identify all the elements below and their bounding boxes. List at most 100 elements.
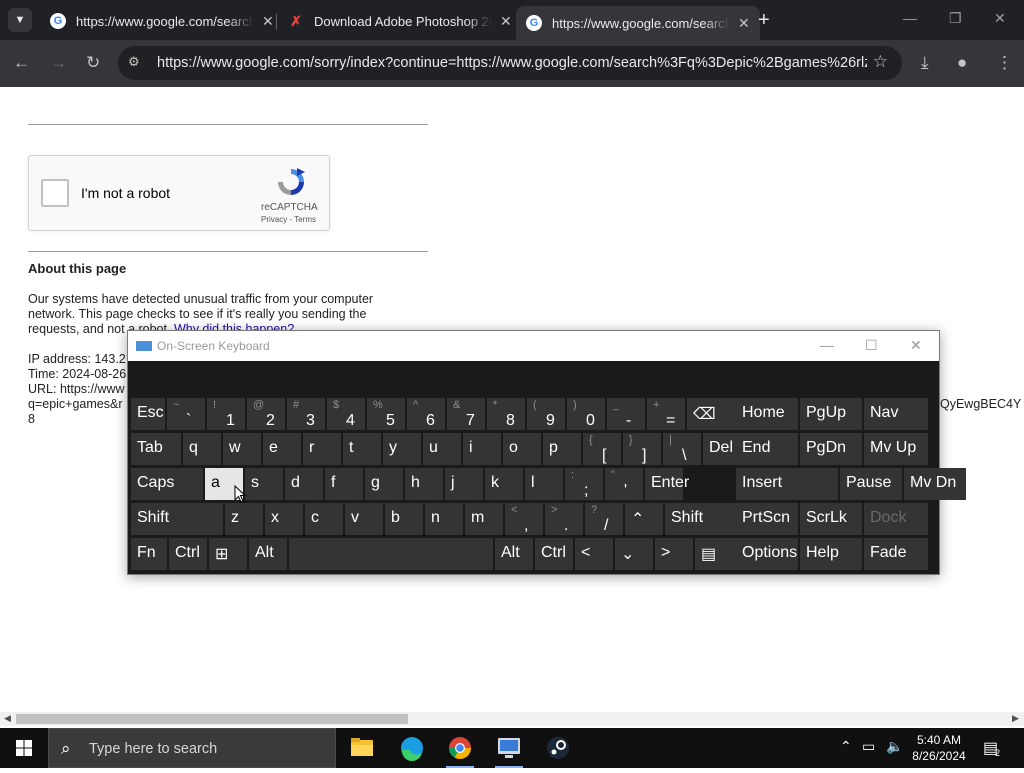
bookmark-star-icon[interactable]: ☆ bbox=[873, 52, 888, 72]
privacy-link[interactable]: Privacy bbox=[261, 215, 287, 224]
key-ralt[interactable]: Alt bbox=[495, 538, 533, 570]
key-x[interactable]: x bbox=[265, 503, 303, 535]
key-caps[interactable]: Caps bbox=[131, 468, 203, 500]
recaptcha-checkbox[interactable] bbox=[41, 179, 69, 207]
key-w[interactable]: w bbox=[223, 433, 261, 465]
tab-2[interactable]: ✗ Download Adobe Photoshop 2024 ✕ bbox=[278, 6, 522, 36]
scroll-left-icon[interactable]: ◀ bbox=[4, 713, 11, 724]
taskbar-steam[interactable] bbox=[534, 728, 582, 768]
key-left[interactable]: < bbox=[575, 538, 613, 570]
download-icon[interactable]: ⤓ bbox=[921, 52, 929, 74]
key-f[interactable]: f bbox=[325, 468, 363, 500]
key-up[interactable]: ⌃ bbox=[625, 503, 663, 535]
key-h[interactable]: h bbox=[405, 468, 443, 500]
taskbar-clock[interactable]: 5:40 AM 8/26/2024 bbox=[908, 732, 970, 764]
key-4[interactable]: $4 bbox=[327, 398, 365, 430]
address-bar-url[interactable]: https://www.google.com/sorry/index?conti… bbox=[157, 55, 867, 71]
key-fade[interactable]: Fade bbox=[864, 538, 928, 570]
key-i[interactable]: i bbox=[463, 433, 501, 465]
key-6[interactable]: ^ 6 bbox=[407, 398, 445, 430]
key-2[interactable]: @2 bbox=[247, 398, 285, 430]
key-lctrl[interactable]: Ctrl bbox=[169, 538, 207, 570]
address-bar[interactable]: ⚙ https://www.google.com/sorry/index?con… bbox=[118, 46, 902, 80]
chevron-up-icon[interactable]: ⌃ bbox=[840, 738, 852, 755]
key-d[interactable]: d bbox=[285, 468, 323, 500]
key-q[interactable]: q bbox=[183, 433, 221, 465]
key-t[interactable]: t bbox=[343, 433, 381, 465]
key-period[interactable]: >. bbox=[545, 503, 583, 535]
windows-start-icon[interactable] bbox=[0, 728, 48, 768]
key-right[interactable]: > bbox=[655, 538, 693, 570]
key-8[interactable]: * 8 bbox=[487, 398, 525, 430]
scrollbar-thumb[interactable] bbox=[16, 714, 408, 724]
key-backslash[interactable]: | \ bbox=[663, 433, 701, 465]
minimize-icon[interactable]: — bbox=[820, 337, 834, 353]
key-mvup[interactable]: Mv Up bbox=[864, 433, 928, 465]
key-e[interactable]: e bbox=[263, 433, 301, 465]
horizontal-scrollbar[interactable]: ◀ ▶ bbox=[0, 712, 1024, 726]
minimize-icon[interactable]: — bbox=[903, 10, 917, 26]
key-l[interactable]: l bbox=[525, 468, 563, 500]
key-j[interactable]: j bbox=[445, 468, 483, 500]
close-icon[interactable]: ✕ bbox=[500, 13, 512, 30]
key-down[interactable]: ⌄ bbox=[615, 538, 653, 570]
close-icon[interactable]: ✕ bbox=[910, 337, 922, 354]
key-comma[interactable]: <, bbox=[505, 503, 543, 535]
taskbar-remote-desktop[interactable] bbox=[485, 728, 533, 768]
key-lbracket[interactable]: {[ bbox=[583, 433, 621, 465]
reload-icon[interactable]: ↻ bbox=[86, 52, 100, 74]
back-icon[interactable]: ← bbox=[13, 52, 30, 74]
key-0[interactable]: ) 0 bbox=[567, 398, 605, 430]
key-dock[interactable]: Dock bbox=[864, 503, 928, 535]
key-esc[interactable]: Esc bbox=[131, 398, 165, 430]
restore-icon[interactable]: ❐ bbox=[949, 10, 962, 27]
taskbar-file-explorer[interactable] bbox=[338, 728, 386, 768]
menu-kebab-icon[interactable]: ⋮ bbox=[996, 52, 1013, 74]
key-u[interactable]: u bbox=[423, 433, 461, 465]
key-space[interactable] bbox=[289, 538, 493, 570]
key-m[interactable]: m bbox=[465, 503, 503, 535]
taskbar-chrome[interactable] bbox=[436, 728, 484, 768]
close-icon[interactable]: ✕ bbox=[738, 15, 750, 32]
key-semicolon[interactable]: :; bbox=[565, 468, 603, 500]
terms-link[interactable]: Terms bbox=[294, 215, 316, 224]
key-pgup[interactable]: PgUp bbox=[800, 398, 862, 430]
key-b[interactable]: b bbox=[385, 503, 423, 535]
key-r[interactable]: r bbox=[303, 433, 341, 465]
key-end[interactable]: End bbox=[736, 433, 798, 465]
key-k[interactable]: k bbox=[485, 468, 523, 500]
key-help[interactable]: Help bbox=[800, 538, 862, 570]
key-slash[interactable]: ? / bbox=[585, 503, 623, 535]
key-s[interactable]: s bbox=[245, 468, 283, 500]
key-grave[interactable]: ~ ` bbox=[167, 398, 205, 430]
key-rbracket[interactable]: }] bbox=[623, 433, 661, 465]
key-equals[interactable]: + = bbox=[647, 398, 685, 430]
key-1[interactable]: ! 1 bbox=[207, 398, 245, 430]
tab-3-active[interactable]: G https://www.google.com/search?q= ✕ bbox=[516, 6, 760, 40]
taskbar-edge[interactable] bbox=[388, 728, 436, 768]
key-scrlk[interactable]: ScrLk bbox=[800, 503, 862, 535]
forward-icon[interactable]: → bbox=[50, 52, 67, 74]
key-enter[interactable]: Enter bbox=[645, 468, 689, 500]
key-n[interactable]: n bbox=[425, 503, 463, 535]
key-p[interactable]: p bbox=[543, 433, 581, 465]
key-o[interactable]: o bbox=[503, 433, 541, 465]
close-window-icon[interactable]: ✕ bbox=[994, 10, 1006, 27]
key-tab[interactable]: Tab bbox=[131, 433, 181, 465]
key-5[interactable]: % 5 bbox=[367, 398, 405, 430]
key-lshift[interactable]: Shift bbox=[131, 503, 223, 535]
key-nav[interactable]: Nav bbox=[864, 398, 928, 430]
key-prtscn[interactable]: PrtScn bbox=[736, 503, 798, 535]
tab-search-button[interactable]: ▼ bbox=[8, 8, 32, 32]
key-fn[interactable]: Fn bbox=[131, 538, 167, 570]
key-quote[interactable]: " ' bbox=[605, 468, 643, 500]
key-pgdn[interactable]: PgDn bbox=[800, 433, 862, 465]
key-minus[interactable]: _ - bbox=[607, 398, 645, 430]
key-insert[interactable]: Insert bbox=[736, 468, 838, 500]
scroll-right-icon[interactable]: ▶ bbox=[1012, 713, 1019, 724]
key-mvdn[interactable]: Mv Dn bbox=[904, 468, 966, 500]
key-9[interactable]: (9 bbox=[527, 398, 565, 430]
close-icon[interactable]: ✕ bbox=[262, 13, 274, 30]
key-pause[interactable]: Pause bbox=[840, 468, 902, 500]
key-v[interactable]: v bbox=[345, 503, 383, 535]
